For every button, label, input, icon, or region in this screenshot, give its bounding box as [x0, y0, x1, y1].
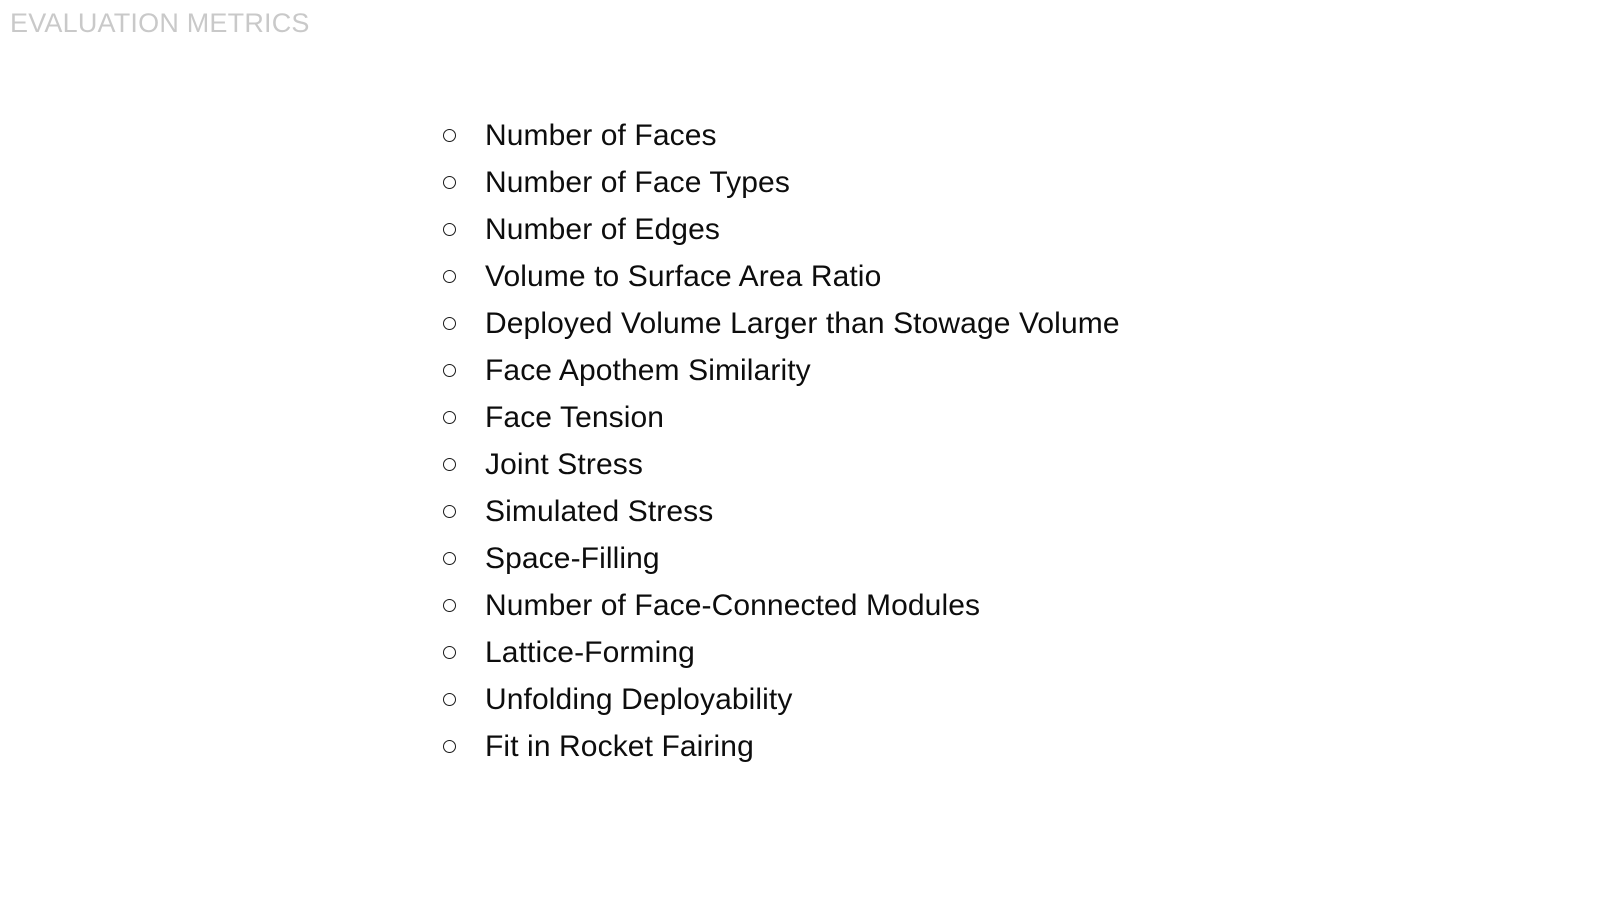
list-item: Face Tension — [443, 394, 1120, 441]
open-circle-bullet-icon — [443, 223, 456, 236]
list-item: Lattice-Forming — [443, 629, 1120, 676]
open-circle-bullet-icon — [443, 364, 456, 377]
list-item: Volume to Surface Area Ratio — [443, 253, 1120, 300]
open-circle-bullet-icon — [443, 129, 456, 142]
list-item-label: Space-Filling — [485, 541, 660, 575]
list-item-label: Volume to Surface Area Ratio — [485, 259, 882, 293]
slide-canvas: EVALUATION METRICS Number of Faces Numbe… — [0, 0, 1600, 900]
list-item-label: Number of Face-Connected Modules — [485, 588, 981, 622]
list-item: Deployed Volume Larger than Stowage Volu… — [443, 300, 1120, 347]
open-circle-bullet-icon — [443, 270, 456, 283]
evaluation-metrics-list: Number of Faces Number of Face Types Num… — [443, 112, 1120, 770]
list-item: Number of Face Types — [443, 159, 1120, 206]
list-item-label: Face Apothem Similarity — [485, 353, 811, 387]
list-item: Fit in Rocket Fairing — [443, 723, 1120, 770]
list-item: Unfolding Deployability — [443, 676, 1120, 723]
open-circle-bullet-icon — [443, 505, 456, 518]
list-item: Number of Faces — [443, 112, 1120, 159]
list-item: Face Apothem Similarity — [443, 347, 1120, 394]
list-item-label: Simulated Stress — [485, 494, 714, 528]
list-item: Space-Filling — [443, 535, 1120, 582]
open-circle-bullet-icon — [443, 552, 456, 565]
open-circle-bullet-icon — [443, 599, 456, 612]
list-item: Number of Edges — [443, 206, 1120, 253]
page-title: EVALUATION METRICS — [10, 8, 310, 38]
list-item: Simulated Stress — [443, 488, 1120, 535]
open-circle-bullet-icon — [443, 693, 456, 706]
list-item-label: Number of Edges — [485, 212, 720, 246]
list-item-label: Number of Faces — [485, 118, 717, 152]
list-item: Joint Stress — [443, 441, 1120, 488]
list-item-label: Number of Face Types — [485, 165, 790, 199]
open-circle-bullet-icon — [443, 740, 456, 753]
list-item-label: Face Tension — [485, 400, 665, 434]
list-item-label: Lattice-Forming — [485, 635, 695, 669]
open-circle-bullet-icon — [443, 176, 456, 189]
open-circle-bullet-icon — [443, 411, 456, 424]
list-item: Number of Face-Connected Modules — [443, 582, 1120, 629]
list-item-label: Deployed Volume Larger than Stowage Volu… — [485, 306, 1120, 340]
open-circle-bullet-icon — [443, 458, 456, 471]
open-circle-bullet-icon — [443, 646, 456, 659]
open-circle-bullet-icon — [443, 317, 456, 330]
list-item-label: Fit in Rocket Fairing — [485, 729, 754, 763]
list-item-label: Joint Stress — [485, 447, 643, 481]
list-item-label: Unfolding Deployability — [485, 682, 793, 716]
